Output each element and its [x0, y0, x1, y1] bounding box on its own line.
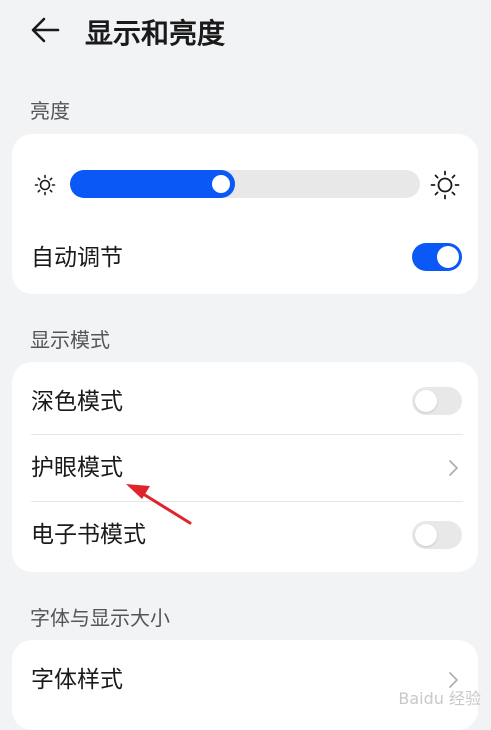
watermark: Baidu 经验	[398, 689, 481, 708]
annotation-arrow	[126, 484, 192, 525]
